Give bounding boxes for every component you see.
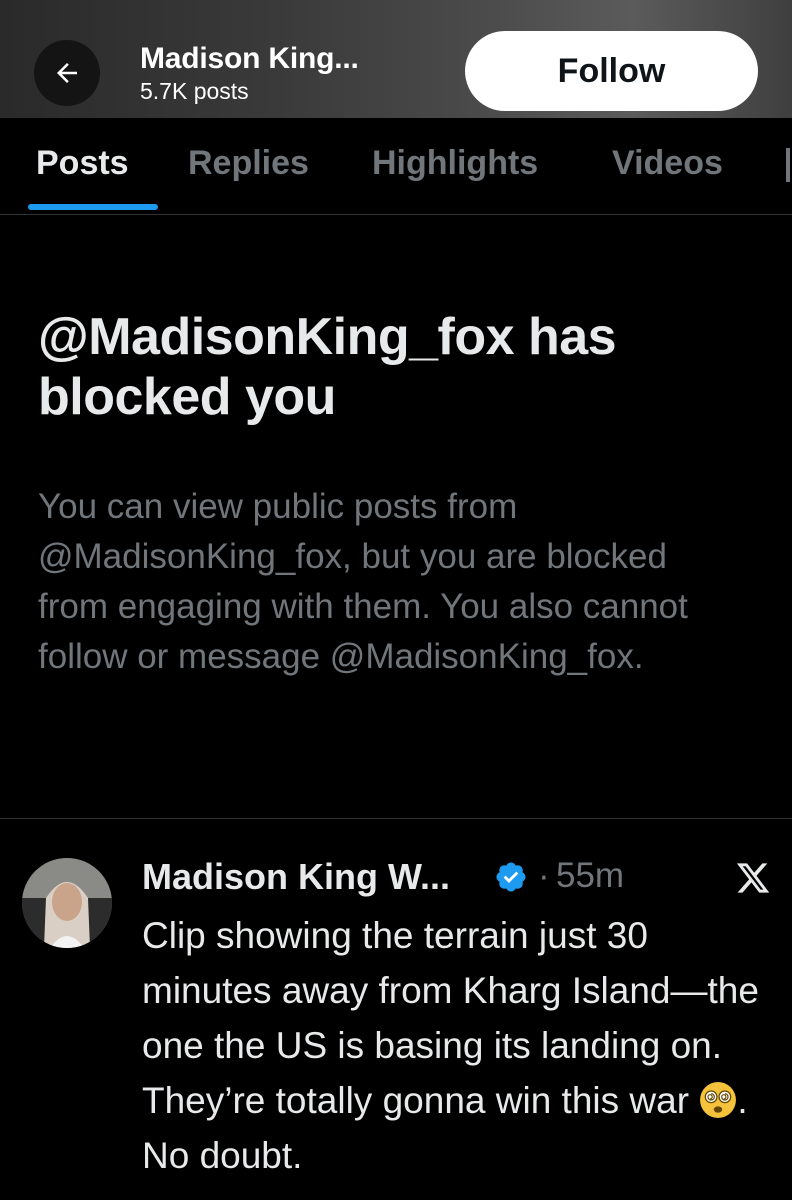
post-count: 5.7K posts (140, 78, 249, 104)
x-logo-icon (736, 863, 770, 893)
post-text-main: Clip showing the terrain just 30 minutes… (142, 915, 759, 1121)
meta-separator: · (538, 856, 550, 895)
tab-overflow-edge[interactable] (786, 148, 790, 182)
follow-button[interactable]: Follow (465, 31, 758, 111)
tab-highlights[interactable]: Highlights (372, 144, 538, 183)
tab-videos[interactable]: Videos (612, 144, 723, 183)
profile-name: Madison King... (140, 42, 359, 75)
arrow-left-icon (57, 63, 77, 83)
profile-tabs: Posts Replies Highlights Videos (0, 118, 792, 215)
blocked-description: You can view public posts from @MadisonK… (38, 487, 688, 676)
verified-badge-icon (496, 862, 526, 892)
section-divider (0, 818, 792, 819)
back-button[interactable] (34, 40, 100, 106)
tab-replies[interactable]: Replies (188, 144, 309, 183)
blocked-title: @MadisonKing_fox has blocked you (38, 308, 617, 426)
avatar[interactable] (22, 858, 112, 948)
tab-posts[interactable]: Posts (36, 144, 129, 183)
post-text: Clip showing the terrain just 30 minutes… (142, 908, 782, 1183)
post-timestamp[interactable]: 55m (556, 856, 624, 896)
avatar-photo (22, 858, 112, 948)
post-author-name[interactable]: Madison King W... (142, 856, 450, 898)
active-tab-indicator (28, 204, 158, 210)
dizzy-face-emoji-icon (700, 1082, 737, 1118)
